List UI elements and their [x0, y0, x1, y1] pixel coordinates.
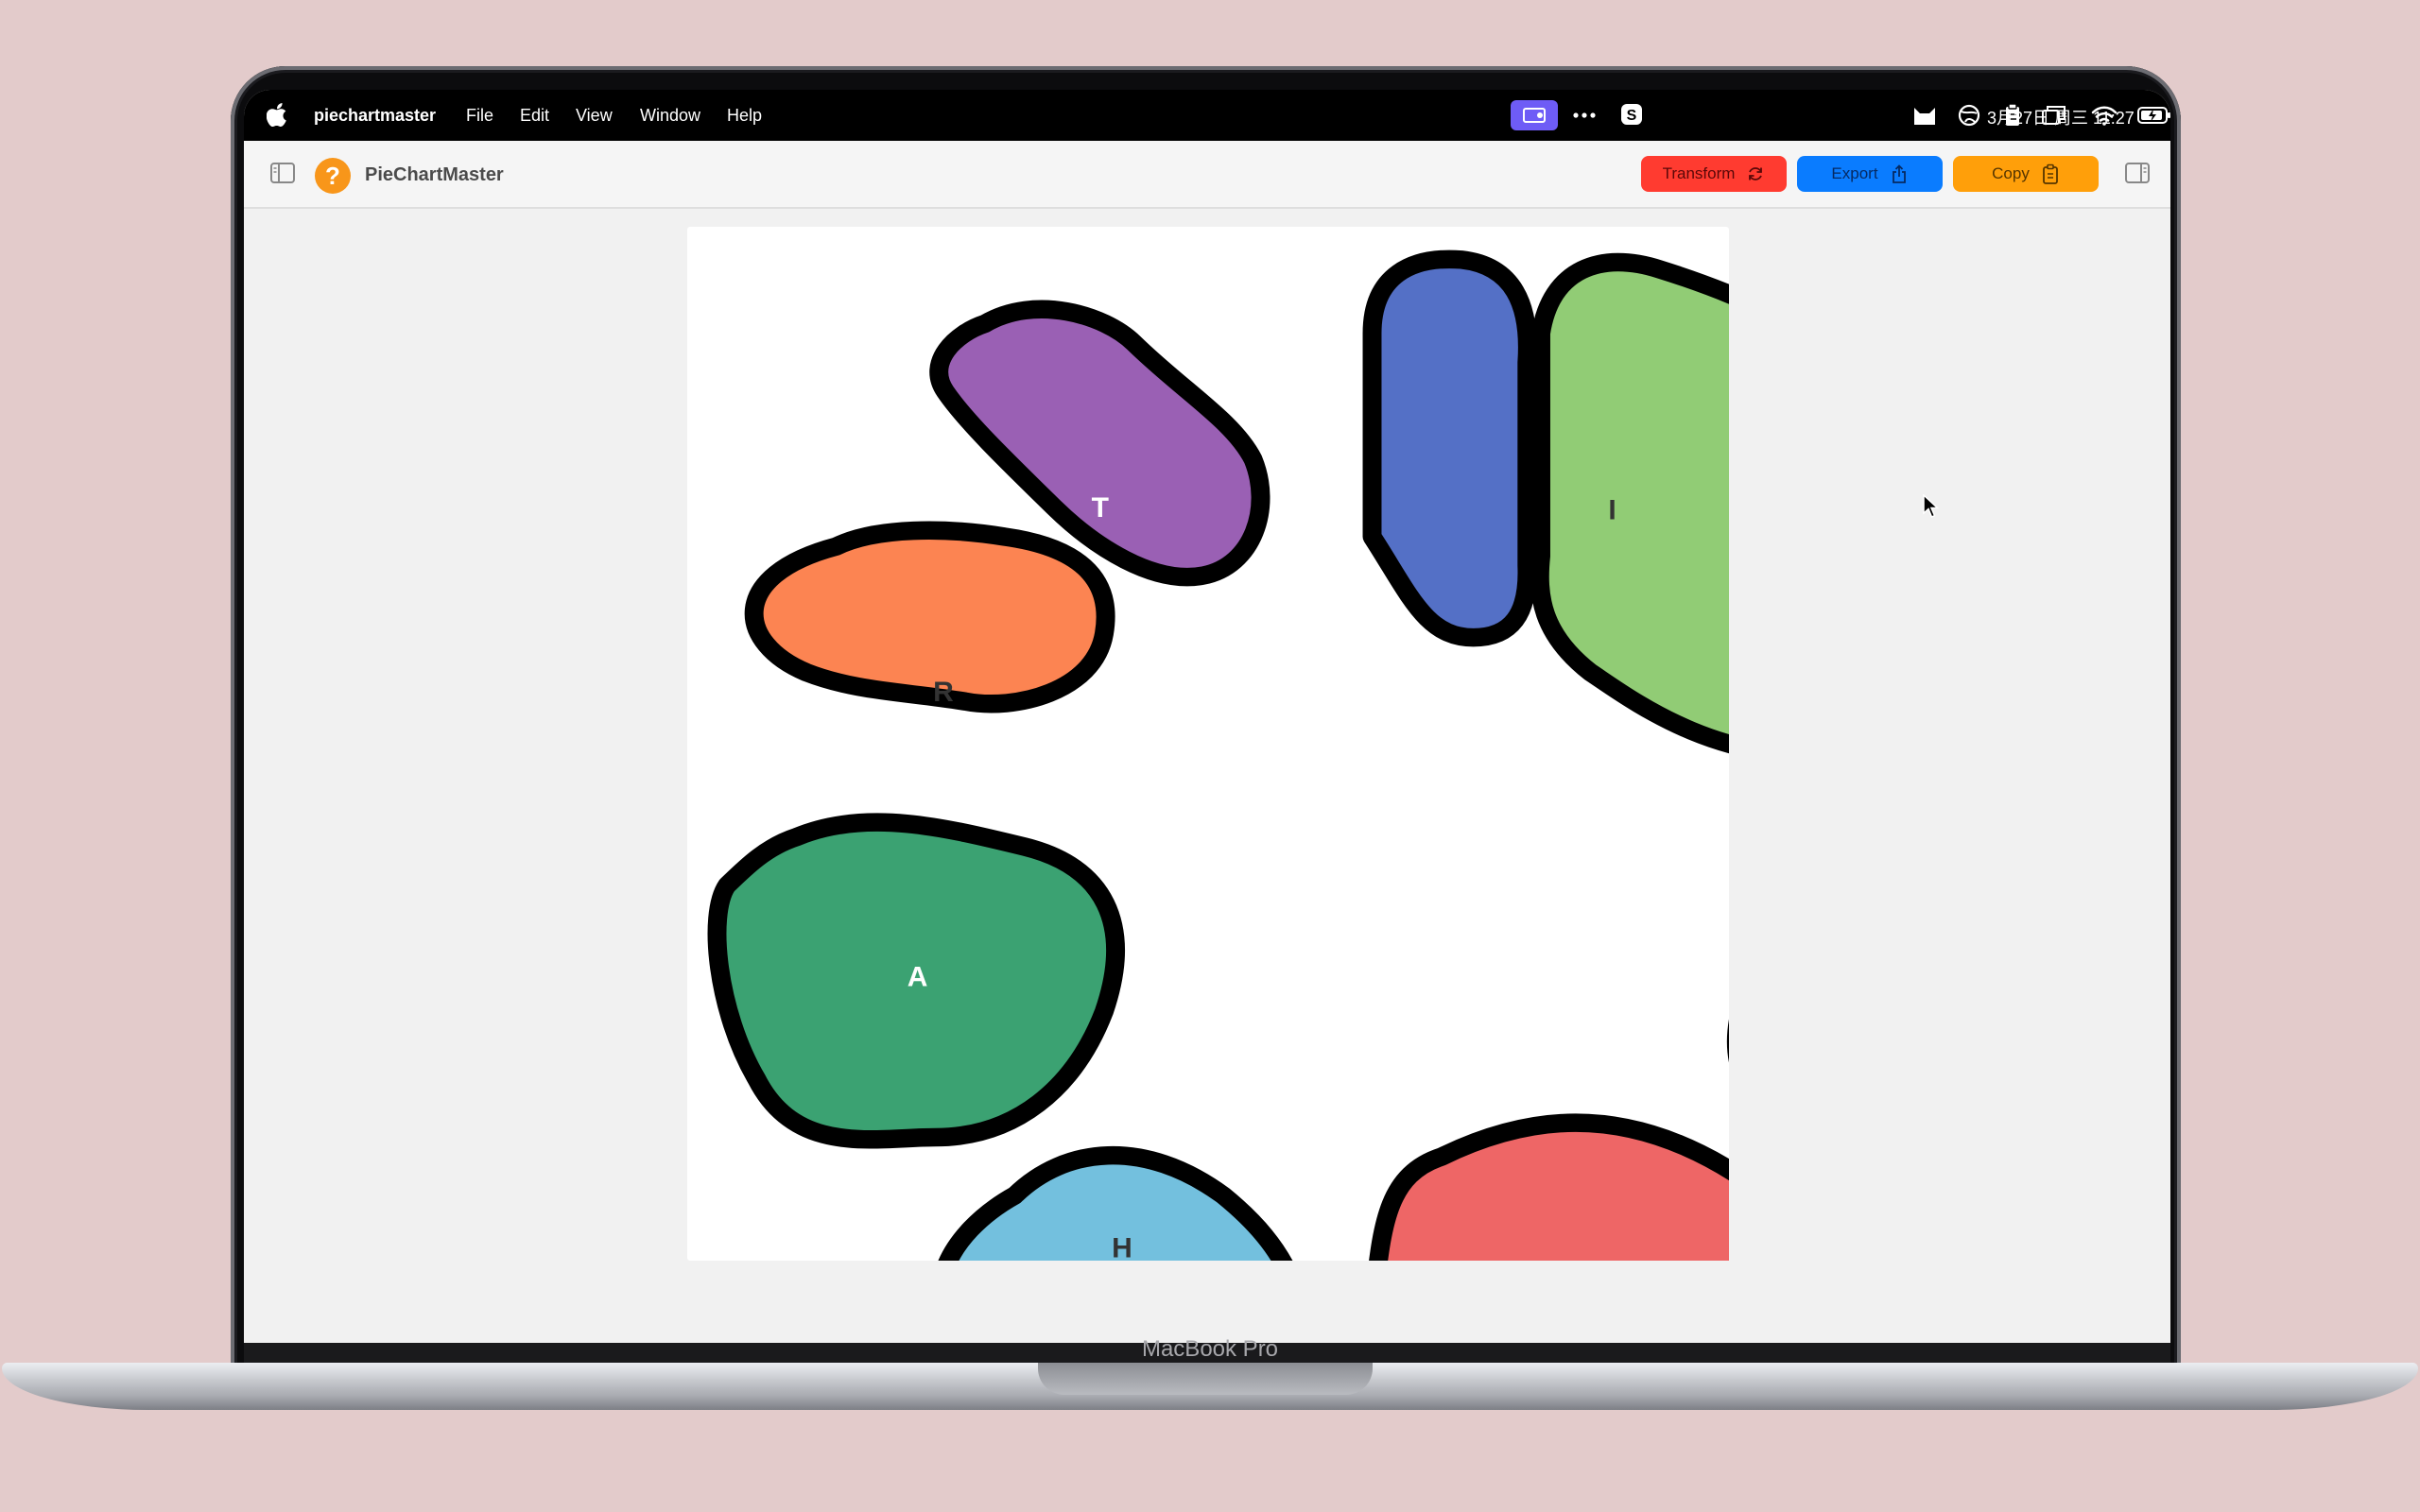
refresh-icon — [1749, 167, 1763, 180]
pie-slice-c[interactable] — [1361, 1113, 1856, 1344]
pie-label-p: P — [1266, 421, 1285, 452]
transform-button[interactable]: Transform — [1641, 156, 1787, 192]
toolbar: ? PieChartMaster Transform Export Copy — [244, 141, 2170, 209]
laptop-notch — [1038, 1363, 1373, 1395]
pie-slice-p[interactable] — [1362, 249, 1537, 647]
s-app-icon[interactable]: S — [1620, 103, 1643, 126]
menu-file[interactable]: File — [466, 106, 493, 126]
share-icon — [1892, 164, 1906, 183]
transform-button-label: Transform — [1662, 164, 1736, 182]
menu-edit[interactable]: Edit — [520, 106, 549, 126]
mouse-cursor-icon — [1923, 494, 1940, 518]
copy-button[interactable]: Copy — [1953, 156, 2099, 192]
app-title: PieChartMaster — [365, 164, 504, 185]
pie-slice-i[interactable] — [1530, 252, 2098, 763]
pie-label-a: A — [908, 961, 928, 992]
menubar: piechartmaster File Edit View Window Hel… — [244, 90, 2170, 141]
pie-label-h: H — [1112, 1232, 1132, 1261]
sidebar-left-icon[interactable] — [270, 163, 295, 183]
screen-mirroring-icon[interactable] — [1511, 100, 1558, 130]
more-icon[interactable] — [1573, 112, 1596, 118]
svg-text:S: S — [1627, 108, 1637, 124]
donut-chart[interactable]: PIECHART — [687, 227, 2098, 1344]
menubar-app-name[interactable]: piechartmaster — [314, 106, 436, 126]
copy-button-label: Copy — [1992, 164, 2030, 182]
app-logo-icon: ? — [315, 158, 351, 194]
globe-app-icon[interactable] — [1957, 103, 1981, 128]
screen: piechartmaster File Edit View Window Hel… — [244, 90, 2170, 1344]
menubar-clock[interactable]: 3月27日 周三 11:27 — [1987, 105, 2135, 129]
menu-window[interactable]: Window — [640, 106, 700, 126]
pie-label-i: I — [1608, 494, 1616, 525]
chart-canvas[interactable]: PIECHART — [687, 227, 2098, 1344]
pie-label-r: R — [933, 677, 954, 708]
pie-label-t: T — [1092, 492, 1109, 524]
sidebar-right-icon[interactable] — [2125, 163, 2150, 183]
pie-slice-r[interactable] — [744, 521, 1115, 713]
apple-logo-icon[interactable] — [267, 103, 289, 128]
cat-app-icon[interactable] — [1911, 104, 1938, 127]
copy-icon — [2042, 163, 2058, 184]
device-brand-label: MacBook Pro — [1141, 1336, 1279, 1362]
menu-help[interactable]: Help — [727, 106, 762, 126]
export-button-label: Export — [1831, 164, 1878, 182]
export-button[interactable]: Export — [1797, 156, 1943, 192]
menu-view[interactable]: View — [576, 106, 613, 126]
battery-icon[interactable] — [2137, 107, 2170, 124]
